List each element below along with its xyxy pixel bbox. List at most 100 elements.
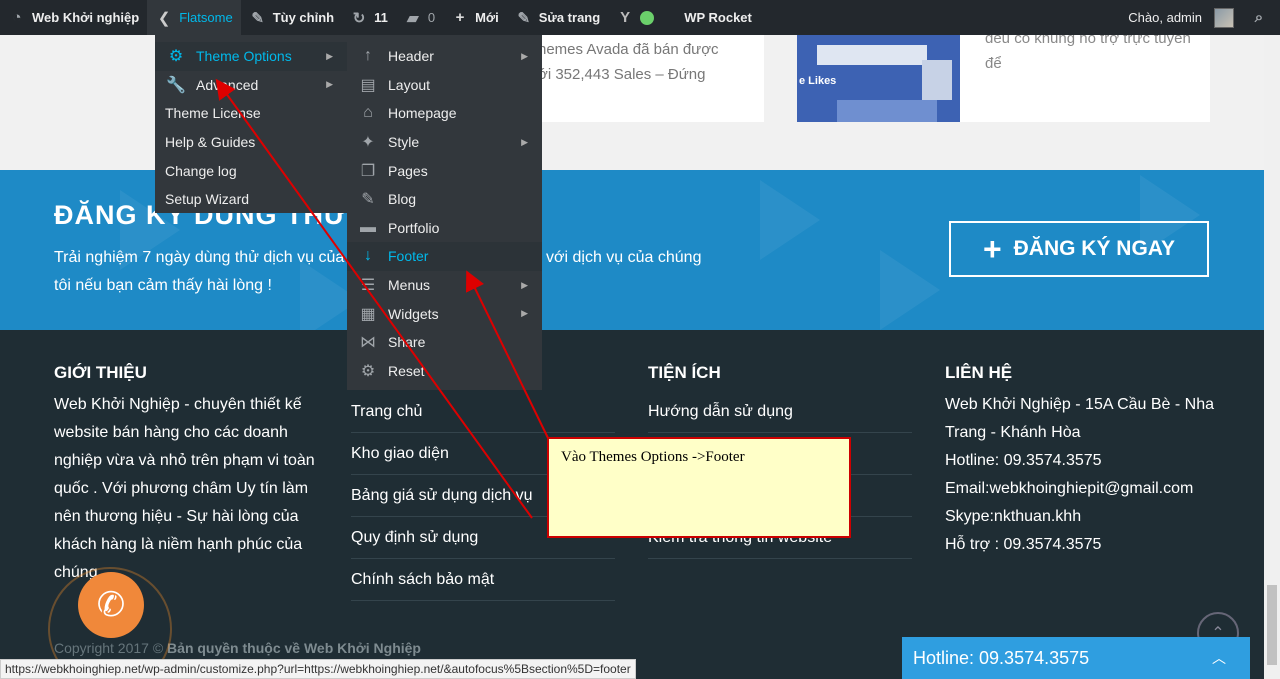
wp-rocket-menu[interactable]: WP Rocket — [676, 0, 760, 35]
utility-title: TIỆN ÍCH — [648, 363, 721, 382]
caret-right-icon: ▶ — [521, 279, 528, 290]
seo-status-dot — [640, 10, 655, 25]
reset-icon: ⚙ — [360, 362, 376, 380]
flatsome-dropdown: ⚙ Theme Options ▶ 🔧 Advanced ▶ Theme License He… — [155, 35, 347, 213]
wrench-icon: 🔧 — [166, 76, 186, 94]
caret-right-icon: ▶ — [326, 50, 333, 61]
card-text-line: hemes Avada đã bán được — [538, 41, 719, 58]
band-text: với dịch vụ của chúng — [546, 249, 702, 266]
caret-right-icon: ▶ — [521, 136, 528, 147]
edit-page-menu[interactable]: ✎ Sửa trang — [507, 0, 608, 35]
submenu-item-label: Menus — [388, 277, 431, 294]
submenu-item-menus[interactable]: ☰ Menus ▶ — [347, 271, 542, 300]
submenu-item-label: Pages — [388, 162, 428, 179]
about-title: GIỚI THIỆU — [54, 363, 147, 382]
submenu-item-homepage[interactable]: ⌂ Homepage — [347, 99, 542, 128]
submenu-item-portfolio[interactable]: ▬ Portfolio — [347, 214, 542, 243]
submenu-item-widgets[interactable]: ▦ Widgets ▶ — [347, 299, 542, 328]
menu-item-theme-license[interactable]: Theme License — [155, 99, 347, 128]
menu-item-help-guides[interactable]: Help & Guides — [155, 128, 347, 157]
site-name: Web Khởi nghiệp — [32, 10, 140, 25]
folder-icon: ▬ — [360, 218, 376, 236]
submenu-item-label: Header — [388, 48, 434, 65]
greeting: Chào, admin — [1128, 10, 1202, 25]
share-icon: ⋈ — [360, 334, 376, 352]
flatsome-icon: ❮ — [157, 9, 171, 27]
about-line: quốc . Với phương châm Uy tín làm — [54, 480, 309, 497]
submenu-item-label: Style — [388, 134, 420, 151]
yoast-icon: Y — [620, 9, 631, 26]
status-url: https://webkhoinghiep.net/wp-admin/custo… — [0, 659, 636, 679]
submenu-item-layout[interactable]: ▤ Layout — [347, 71, 542, 100]
comments-count: 0 — [427, 10, 436, 25]
submenu-item-label: Homepage — [388, 105, 457, 122]
scrollbar-thumb[interactable] — [1267, 585, 1277, 665]
chevron-up-icon: ︿ — [1212, 650, 1226, 666]
submenu-item-label: Widgets — [388, 305, 439, 322]
caret-right-icon: ▶ — [521, 50, 528, 61]
about-line: website bán hàng cho các doanh — [54, 424, 288, 441]
flatsome-menu[interactable]: ❮ Flatsome — [147, 0, 241, 35]
menu-item-theme-options[interactable]: ⚙ Theme Options ▶ — [155, 42, 347, 71]
caret-right-icon: ▶ — [521, 308, 528, 319]
post-thumbnail: e Likes — [797, 35, 960, 122]
phone-icon: ✆ — [96, 586, 126, 624]
call-phone-button[interactable]: ✆ — [78, 572, 144, 638]
submenu-item-header[interactable]: ↑ Header ▶ — [347, 42, 542, 71]
contact-line: Hỗ trợ : 09.3574.3575 — [945, 536, 1102, 553]
edit-page-label: Sửa trang — [538, 10, 601, 25]
search-icon: ⌕ — [1254, 9, 1264, 26]
yoast-menu[interactable]: Y — [608, 0, 662, 35]
card-text-line: ới 352,443 Sales – Đứng — [538, 66, 706, 83]
widgets-icon: ▦ — [360, 305, 376, 323]
menu-item-advanced[interactable]: 🔧 Advanced ▶ — [155, 71, 347, 100]
submenu-item-reset[interactable]: ⚙ Reset — [347, 357, 542, 386]
plus-icon: + — [455, 9, 465, 26]
submenu-item-blog[interactable]: ✎ Blog — [347, 185, 542, 214]
comment-icon: ▰ — [407, 9, 419, 27]
contact-line: Web Khởi Nghiệp - 15A Cầu Bè - Nha — [945, 396, 1215, 413]
menu-item-label: Advanced — [196, 76, 259, 93]
customize-menu[interactable]: ✎ Tùy chỉnh — [241, 0, 342, 35]
new-menu[interactable]: + Mới — [443, 0, 507, 35]
submenu-item-share[interactable]: ⋈ Share — [347, 328, 542, 357]
menu-item-change-log[interactable]: Change log — [155, 156, 347, 185]
footer-link[interactable]: Chính sách bảo mật — [351, 559, 615, 601]
new-label: Mới — [475, 10, 499, 25]
contact-line: Hotline: 09.3574.3575 — [945, 452, 1102, 469]
about-line: nghiệp vừa và nhỏ trên phạm vi toàn — [54, 452, 315, 469]
menu-item-label: Theme License — [165, 105, 261, 122]
vertical-scrollbar[interactable] — [1264, 35, 1280, 679]
submenu-item-label: Layout — [388, 76, 431, 93]
wp-rocket-label: WP Rocket — [684, 10, 752, 25]
submenu-item-style[interactable]: ✦ Style ▶ — [347, 128, 542, 157]
refresh-icon: ↻ — [352, 9, 366, 27]
arrow-down-icon: ↓ — [364, 247, 372, 265]
menu-item-setup-wizard[interactable]: Setup Wizard — [155, 185, 347, 214]
hotline-bar[interactable]: Hotline: 09.3574.3575 ︿ — [902, 637, 1250, 679]
gear-icon: ⚙ — [168, 48, 184, 66]
account-menu[interactable]: Chào, admin — [1120, 0, 1242, 35]
submenu-item-pages[interactable]: ❐ Pages — [347, 156, 542, 185]
about-line: nên thương hiệu - Sự hài lòng của — [54, 508, 299, 525]
menu-item-label: Setup Wizard — [165, 191, 250, 208]
footer-link[interactable]: Trang chủ — [351, 391, 615, 433]
post-card[interactable]: e Likes đều có khung hỗ trợ trực tuyến đ… — [797, 30, 1210, 122]
card-text-line: để — [985, 55, 1002, 72]
submenu-item-label: Reset — [388, 362, 425, 379]
utility-link[interactable]: Hướng dẫn sử dụng — [648, 391, 912, 433]
search-button[interactable]: ⌕ — [1242, 0, 1280, 35]
submenu-item-label: Blog — [388, 191, 417, 208]
page: hemes Avada đã bán được ới 352,443 Sales… — [0, 0, 1280, 679]
pencil-icon: ✎ — [517, 9, 531, 27]
site-menu[interactable]: ◔ Web Khởi nghiệp — [0, 0, 147, 35]
style-icon: ✦ — [361, 134, 375, 152]
register-now-button[interactable]: + ĐĂNG KÝ NGAY — [949, 221, 1209, 277]
updates-menu[interactable]: ↻ 11 — [342, 0, 396, 35]
band-text: Trải nghiệm 7 ngày dùng thử dịch vụ của … — [54, 249, 364, 266]
avatar — [1214, 7, 1234, 28]
pencil-icon: ✎ — [361, 191, 375, 209]
submenu-item-footer[interactable]: ↓ Footer — [347, 242, 542, 271]
comments-menu[interactable]: ▰ 0 — [396, 0, 443, 35]
likes-label: e Likes — [799, 75, 837, 87]
